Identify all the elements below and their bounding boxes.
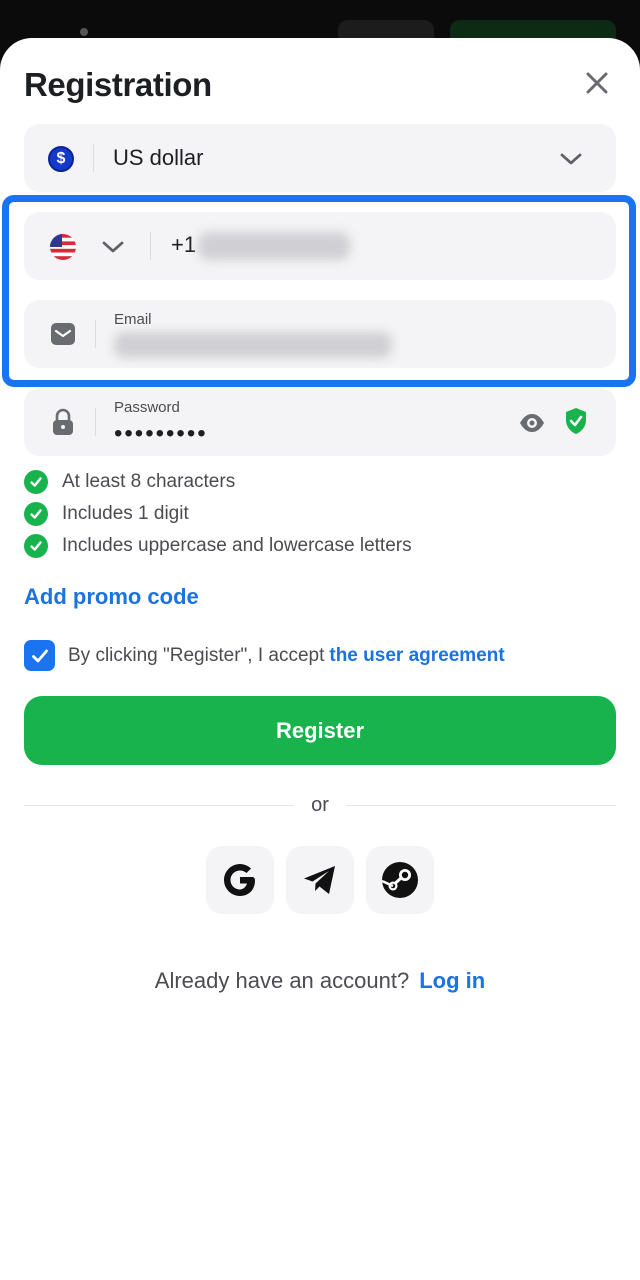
divider-left (24, 805, 294, 806)
status-dot (80, 28, 88, 36)
steam-icon (381, 862, 418, 898)
add-promo-code-link[interactable]: Add promo code (24, 584, 199, 610)
currency-value: US dollar (113, 145, 204, 170)
close-icon (586, 72, 608, 94)
password-rule: Includes 1 digit (24, 501, 189, 527)
close-button[interactable] (578, 64, 616, 102)
lock-icon (53, 408, 73, 435)
highlight-box (2, 195, 636, 387)
user-agreement-link[interactable]: the user agreement (329, 645, 504, 667)
login-prompt: Already have an account? Log in (0, 968, 640, 994)
rule-text: Includes uppercase and lowercase letters (62, 535, 412, 556)
agreement-checkbox[interactable] (24, 640, 55, 671)
login-question: Already have an account? (154, 968, 410, 993)
page-title: Registration (24, 66, 212, 103)
check-circle-icon (24, 534, 48, 558)
log-in-link[interactable]: Log in (419, 968, 485, 993)
check-circle-icon (24, 502, 48, 526)
field-divider (93, 144, 94, 172)
steam-login-button[interactable] (366, 846, 434, 914)
telegram-icon (304, 866, 335, 894)
check-circle-icon (24, 470, 48, 494)
telegram-login-button[interactable] (286, 846, 354, 914)
password-input-masked[interactable]: ••••••••• (114, 420, 208, 448)
password-rule: Includes uppercase and lowercase letters (24, 533, 412, 559)
divider-right (346, 805, 616, 806)
google-login-button[interactable] (206, 846, 274, 914)
agreement-text: By clicking "Register", I accept (68, 644, 325, 666)
field-divider (95, 408, 96, 436)
eye-icon[interactable] (518, 409, 546, 437)
password-rule: At least 8 characters (24, 469, 235, 495)
shield-check-icon (566, 408, 586, 434)
google-icon (224, 864, 255, 896)
dollar-coin-icon: $ (48, 146, 74, 172)
password-field[interactable]: Password ••••••••• (24, 388, 616, 456)
register-button[interactable]: Register (24, 696, 616, 765)
rule-text: Includes 1 digit (62, 503, 189, 524)
user-agreement-row: By clicking "Register", I accept the use… (24, 640, 505, 671)
currency-select[interactable]: $ US dollar (24, 124, 616, 192)
chevron-down-icon (560, 153, 582, 165)
password-label: Password (114, 399, 180, 416)
rule-text: At least 8 characters (62, 471, 236, 492)
or-divider-label: or (311, 794, 329, 816)
checkmark-icon (31, 649, 48, 662)
